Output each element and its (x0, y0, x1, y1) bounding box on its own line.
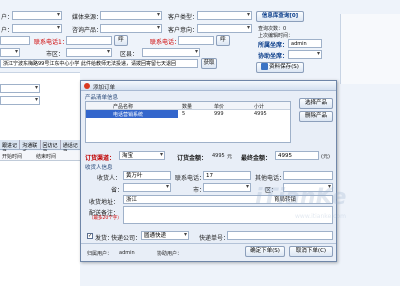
col-unit-price: 单价 (214, 104, 225, 110)
col-end-time: 结束时间 (36, 154, 57, 160)
col-quantity: 数量 (182, 104, 193, 110)
customer-type-label: 客户类型： (168, 14, 199, 21)
save-icon (261, 63, 269, 70)
province-label: 省： (111, 187, 124, 194)
dialog-title-bar[interactable]: 添加订单 (81, 81, 336, 91)
amount-label: 订货金额： (177, 155, 208, 162)
col-subtotal: 小计 (254, 104, 265, 110)
province-dropdown[interactable] (123, 183, 171, 192)
courier-select[interactable]: 圆通快递 (141, 231, 189, 240)
note-hint: （最多20个字） (89, 216, 122, 221)
dialog-title: 添加订单 (93, 85, 116, 91)
table-row[interactable]: 电话营销系统 5 999 4995 (86, 110, 290, 118)
owner-label: 所属坐席： (258, 42, 289, 49)
select-product-button[interactable]: 选择产品 (299, 98, 333, 109)
province-select[interactable] (0, 48, 20, 57)
info-query-button[interactable]: 信息库查询[0] (256, 11, 304, 22)
delete-product-button[interactable]: 删除产品 (299, 111, 333, 122)
product-table-header: 产品名称 数量 单价 小计 (86, 102, 290, 110)
sex-select[interactable] (12, 24, 62, 33)
courier-label: 快递公司： (111, 235, 142, 242)
tab-contact[interactable]: 沟通联系 (20, 140, 41, 156)
other-phone-input[interactable] (283, 171, 333, 180)
call-button-1[interactable]: 呼 (114, 35, 128, 46)
order-user-label: 归属用户： (87, 251, 113, 257)
phone1-label: 联系电话1： (34, 39, 68, 46)
media-source-select[interactable] (100, 11, 162, 20)
watermark-url: www.itianke.com (295, 213, 346, 220)
media-source-label: 媒体来源： (72, 14, 103, 21)
address-value: 浙江 (126, 197, 138, 203)
save-profile-label: 资料保存(S) (269, 64, 299, 70)
confirm-order-button[interactable]: 确定下单(S) (245, 246, 285, 257)
intent-select[interactable] (197, 24, 252, 33)
cell-quantity: 5 (182, 111, 186, 117)
footer-divider (81, 243, 336, 244)
order-user-value: admin (119, 250, 135, 256)
right-empty-pane (340, 14, 400, 84)
district-select[interactable] (142, 48, 200, 57)
col-product-name: 产品名称 (113, 104, 134, 110)
cell-subtotal: 4995 (254, 111, 267, 117)
helper-label: 协助坐席： (258, 53, 289, 60)
other-phone-label: 其他电话： (255, 175, 286, 182)
tracking-input[interactable] (227, 231, 333, 240)
query-counter: 查询次数：0 (258, 26, 287, 32)
channel-label: 订货渠道： (85, 155, 116, 162)
phone1-input[interactable] (66, 36, 112, 45)
helper-select[interactable] (288, 50, 322, 59)
district-label: 区县： (120, 51, 139, 58)
level-select[interactable] (0, 96, 40, 105)
mobile-input[interactable] (0, 36, 30, 45)
tracking-label: 快递单号： (199, 235, 230, 242)
helper-user-label: 协助用户： (157, 251, 183, 257)
tab-revisit[interactable]: 回访记录 (41, 140, 61, 156)
address-label: 收货地址： (89, 199, 120, 206)
cancel-order-button[interactable]: 取消下单(C) (289, 246, 333, 257)
owner-input[interactable]: admin (288, 39, 322, 48)
city-dropdown[interactable] (203, 183, 251, 192)
phone2-label: 联系电话： (150, 39, 181, 46)
grid-header: 开始时间 结束时间 (0, 151, 80, 161)
city-label: 市区： (46, 51, 65, 58)
fetch-address-button[interactable]: 获取 (201, 58, 217, 69)
add-order-dialog: 添加订单 产品清单信息 产品名称 数量 单价 小计 电话营销系统 5 999 4… (80, 80, 337, 262)
tab-calls[interactable]: 通话记录 (61, 140, 80, 156)
receiver-phone-label: 联系电话： (175, 175, 206, 182)
product-section-title: 产品清单信息 (85, 95, 119, 101)
bottom-tab-bar: 跟进记录 沟通联系 回访记录 通话记录 (0, 140, 80, 156)
city-select[interactable] (66, 48, 112, 57)
amount-unit: 元 (227, 154, 233, 160)
receiver-phone-input[interactable]: 17 (203, 171, 251, 180)
save-profile-button[interactable]: 资料保存(S) (256, 62, 304, 73)
name-select[interactable] (12, 11, 62, 20)
grid-body (0, 161, 80, 286)
status-select[interactable] (0, 84, 40, 93)
col-start-time: 开始时间 (2, 154, 23, 160)
notes-area[interactable] (0, 72, 80, 140)
intent-label: 客户意向： (168, 27, 199, 34)
product-select[interactable] (100, 24, 162, 33)
amount-value: 4995 (212, 153, 225, 159)
watermark-logo: iTianKe www.itianke.com (255, 185, 347, 220)
tab-followup[interactable]: 跟进记录 (0, 140, 21, 156)
customer-type-select[interactable] (197, 11, 252, 20)
final-amount-unit: (元) (321, 154, 330, 160)
last-edit-label: 上次编辑时间： (258, 33, 294, 39)
cell-product-name: 电话营销系统 (113, 112, 144, 118)
cell-unit-price: 999 (214, 111, 224, 117)
ship-checkbox[interactable]: ✓ (87, 233, 93, 239)
final-amount-label: 最终金额： (241, 155, 272, 162)
receiver-input[interactable]: 黄万叶 (123, 171, 171, 180)
final-amount-input[interactable]: 4995 (275, 151, 319, 160)
product-label: 咨询产品： (72, 27, 103, 34)
phone2-input[interactable] (178, 36, 214, 45)
call-button-2[interactable]: 呼 (216, 35, 230, 46)
receiver-label: 收货人： (97, 175, 122, 182)
app-icon (84, 83, 90, 89)
receiver-section-title: 收货人信息 (85, 165, 113, 171)
product-table: 产品名称 数量 单价 小计 电话营销系统 5 999 4995 (85, 101, 291, 143)
address-input[interactable]: 浙江宁波东梅路99号江东中心小学 此件给教师无法投递，请拨回寄留七天退回 (0, 59, 198, 68)
channel-select[interactable]: 淘宝 (119, 151, 165, 160)
